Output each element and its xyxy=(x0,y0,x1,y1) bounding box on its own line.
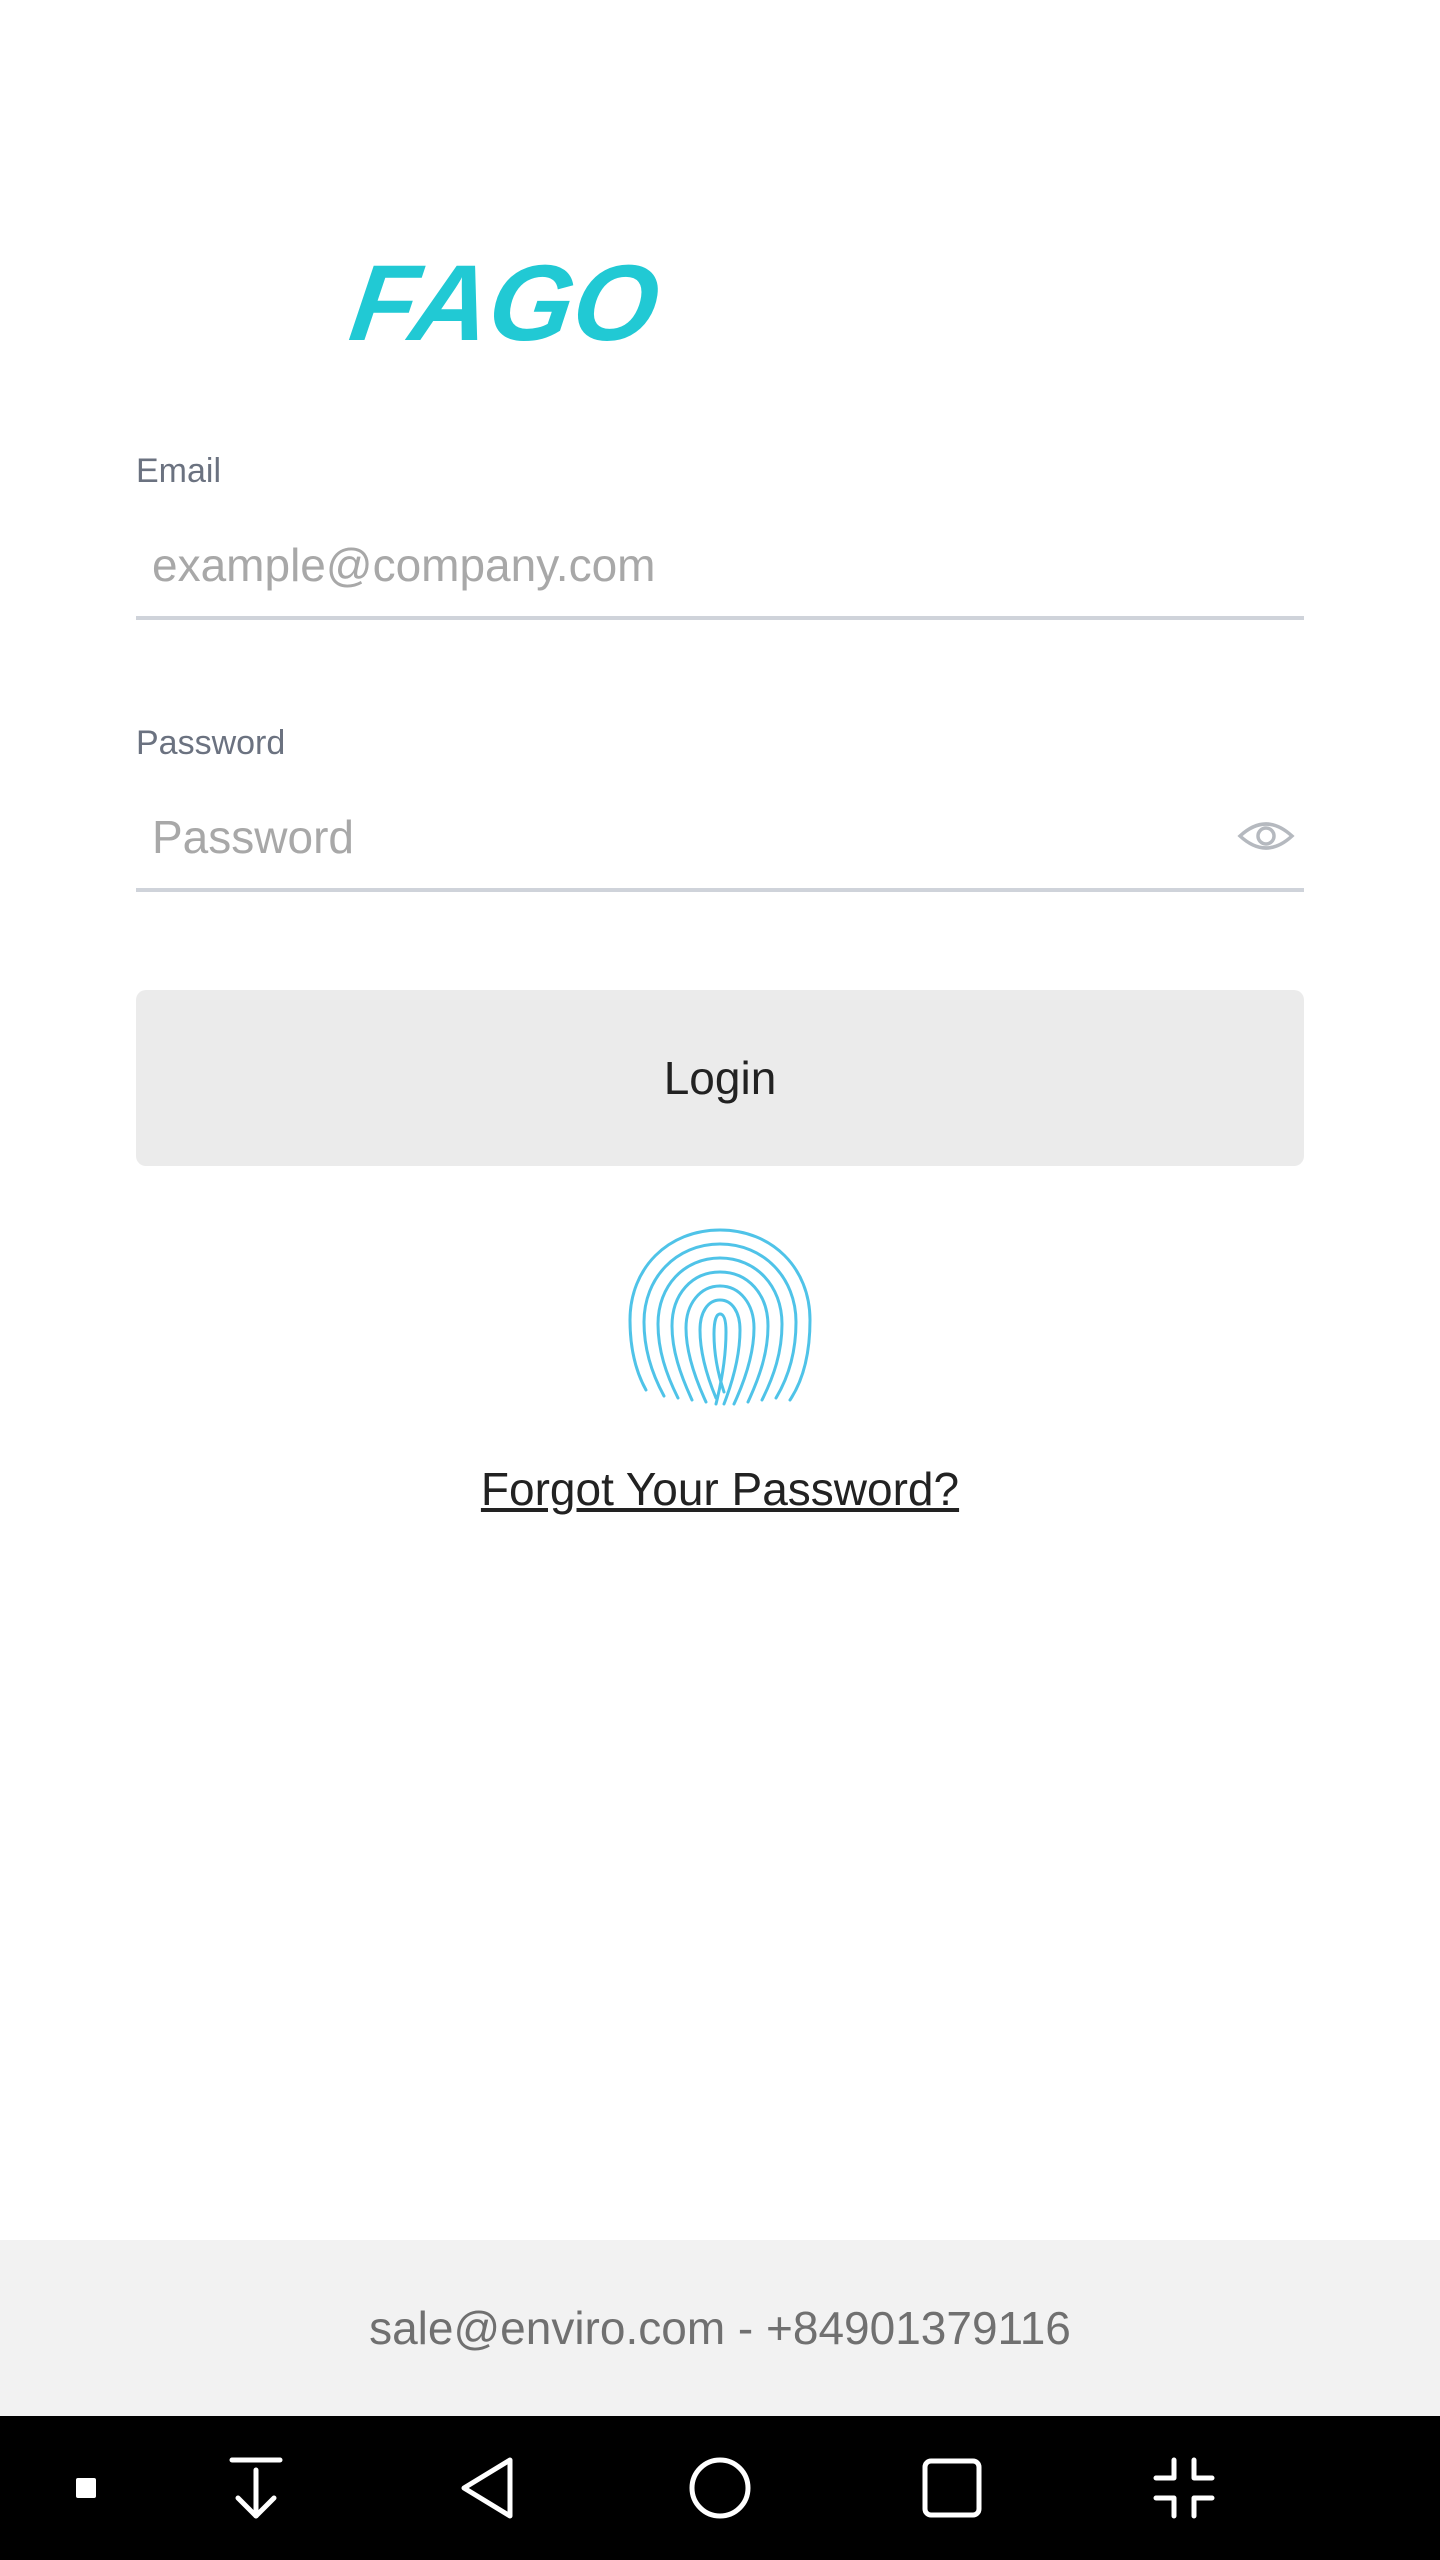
password-label: Password xyxy=(136,724,286,762)
fago-logo: FAGO xyxy=(300,240,700,380)
password-field-container xyxy=(136,784,1304,892)
dot-icon[interactable] xyxy=(36,2438,136,2538)
back-icon[interactable] xyxy=(438,2438,538,2538)
password-field[interactable] xyxy=(150,794,1194,880)
fingerprint-icon[interactable] xyxy=(624,1222,816,1414)
forgot-password-link[interactable]: Forgot Your Password? xyxy=(0,1462,1440,1516)
contact-footer: sale@enviro.com - +84901379116 xyxy=(0,2240,1440,2416)
login-button-label: Login xyxy=(663,1052,777,1104)
home-icon[interactable] xyxy=(670,2438,770,2538)
email-label: Email xyxy=(136,452,222,490)
email-field-container xyxy=(136,512,1304,620)
download-icon[interactable] xyxy=(206,2438,306,2538)
login-button[interactable]: Login xyxy=(136,990,1304,1166)
system-navigation-bar xyxy=(0,2416,1440,2560)
eye-icon[interactable] xyxy=(1236,806,1296,866)
recents-icon[interactable] xyxy=(902,2438,1002,2538)
logo-text: FAGO xyxy=(344,242,667,362)
logo-mark: FAGO xyxy=(344,242,667,362)
email-field[interactable] xyxy=(150,522,1194,608)
contact-text: sale@enviro.com - +84901379116 xyxy=(369,2302,1071,2354)
collapse-icon[interactable] xyxy=(1134,2438,1234,2538)
